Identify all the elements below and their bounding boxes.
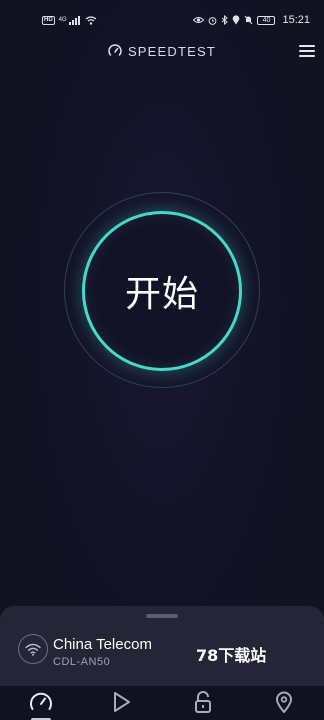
mute-bell-icon — [245, 15, 253, 25]
app-header: SPEEDTEST — [0, 40, 324, 62]
nav-vpn-tab[interactable] — [183, 688, 223, 716]
server-name: CDL-AN50 — [53, 656, 111, 668]
isp-name: China Telecom — [53, 636, 152, 653]
bottom-nav — [0, 686, 324, 720]
connection-panel[interactable]: China Telecom CDL-AN50 78下载站 — [0, 606, 324, 686]
screen: HD 4G 40 15:21 SPEEDTEST 开始 China Teleco… — [0, 0, 324, 720]
status-time: 15:21 — [282, 14, 310, 26]
bluetooth-icon — [222, 15, 229, 25]
speedometer-icon — [108, 44, 122, 56]
eye-icon — [193, 17, 205, 23]
alarm-icon — [209, 16, 217, 25]
wifi-status-icon — [85, 15, 97, 25]
unlock-icon — [194, 691, 211, 713]
location-pin-icon — [275, 691, 292, 713]
watermark-text: 78下载站 — [196, 646, 267, 665]
play-icon — [113, 692, 130, 712]
start-button[interactable]: 开始 — [82, 211, 242, 371]
start-button-label: 开始 — [124, 274, 199, 315]
logo-text: SPEEDTEST — [127, 43, 217, 59]
network-type-label: 4G — [58, 17, 67, 23]
battery-indicator: 40 — [257, 15, 276, 25]
nav-video-tab[interactable] — [102, 688, 142, 716]
hd-badge: HD — [42, 15, 55, 25]
location-icon — [233, 15, 240, 25]
status-bar: HD 4G 40 15:21 — [0, 0, 324, 40]
wifi-icon — [18, 634, 48, 664]
speedtest-logo: SPEEDTEST — [108, 44, 216, 59]
cellular-signal-icon — [68, 15, 80, 25]
status-right: 40 15:21 — [193, 14, 310, 26]
nav-speed-tab[interactable] — [21, 688, 61, 720]
panel-drag-handle[interactable] — [146, 614, 178, 618]
nav-map-tab[interactable] — [264, 688, 304, 716]
hamburger-menu-icon[interactable] — [299, 42, 317, 60]
speed-gauge-icon — [29, 692, 52, 710]
status-left: HD 4G — [42, 15, 97, 25]
